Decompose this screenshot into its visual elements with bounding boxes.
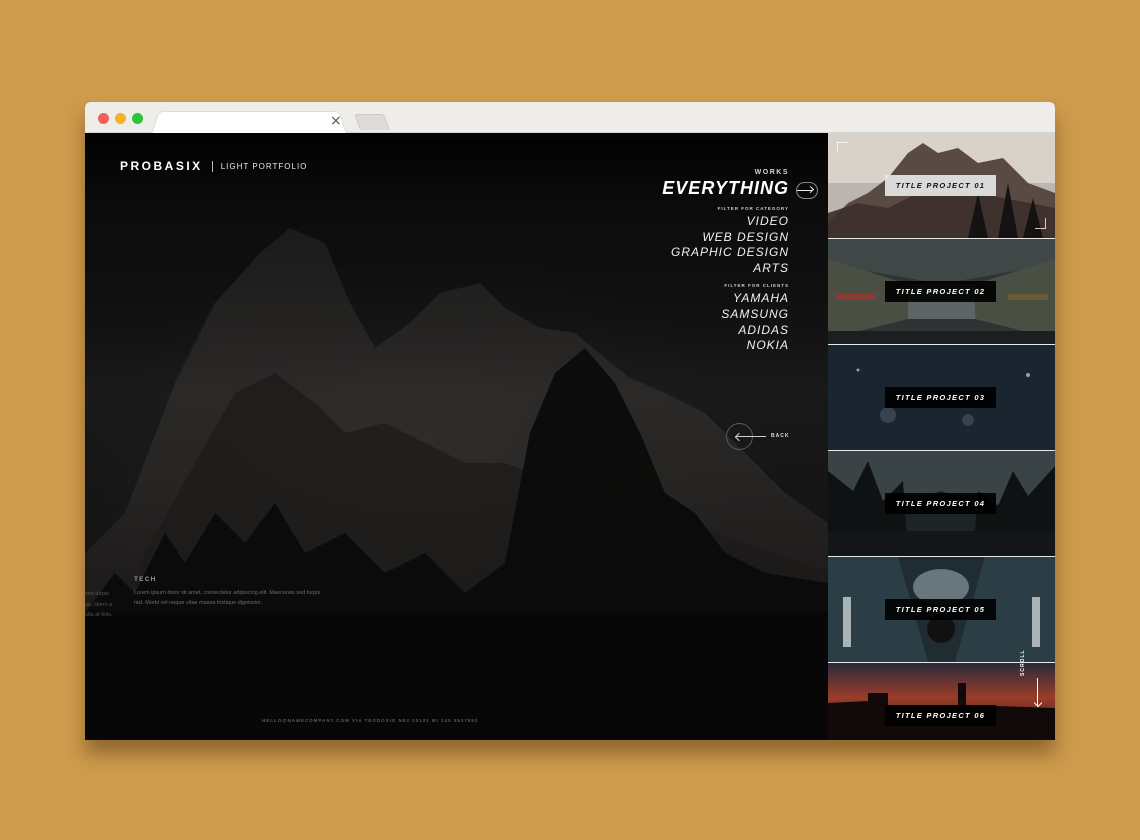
arrow-right-button[interactable] [796, 182, 818, 199]
browser-toolbar: × [85, 102, 1055, 134]
slide-description: Lorem ipsum dolor sit amet, consectetur … [134, 590, 321, 606]
project-title-04: TITLE PROJECT 04 [885, 493, 996, 514]
filter-everything[interactable]: EVERYTHING [662, 178, 789, 199]
new-tab-button[interactable] [354, 114, 390, 130]
browser-window: × PROBASIX LIGHT PORTFOLIO WORKS EVERYTH… [85, 102, 1055, 740]
hero-background: PROBASIX LIGHT PORTFOLIO WORKS EVERYTHIN… [85, 133, 828, 740]
project-thumb-03[interactable]: TITLE PROJECT 03 [828, 345, 1055, 450]
scroll-indicator[interactable]: SCROLL [1020, 648, 1042, 708]
works-label: WORKS [754, 169, 789, 176]
filter-client-yamaha[interactable]: YAMAHA [662, 291, 789, 307]
project-thumb-02[interactable]: TITLE PROJECT 02 [828, 239, 1055, 344]
project-thumb-04[interactable]: TITLE PROJECT 04 [828, 451, 1055, 556]
clients-heading: FILTER FOR CLIENTS [724, 283, 789, 289]
close-window-button[interactable] [98, 113, 109, 124]
filter-client-samsung[interactable]: SAMSUNG [662, 307, 789, 323]
tab-close-icon[interactable]: × [330, 114, 342, 128]
slide-info: TECH Lorem ipsum dolor sit amet, consect… [134, 576, 364, 608]
corner-bracket [837, 142, 848, 153]
project-title-02: TITLE PROJECT 02 [885, 281, 996, 302]
project-thumb-05[interactable]: TITLE PROJECT 05 [828, 557, 1055, 662]
back-label: BACK [771, 433, 790, 439]
brand-tagline: LIGHT PORTFOLIO [220, 161, 308, 171]
scroll-label: SCROLL [1020, 649, 1026, 676]
project-title-06: TITLE PROJECT 06 [885, 705, 996, 726]
footer-contact: HELLO@NAMECOMPANY.COM VIA TEODOSIO N83 2… [262, 718, 479, 723]
previous-slide-text: sed turpis ue, libero a ulla at felis. [85, 591, 113, 618]
slide-title: TECH [134, 576, 157, 583]
back-button[interactable]: BACK [726, 423, 796, 451]
filter-category-arts[interactable]: ARTS [662, 261, 789, 277]
brand-separator [211, 160, 213, 172]
brand-logo[interactable]: PROBASIX LIGHT PORTFOLIO [120, 159, 307, 173]
category-heading: FILTER FOR CATEGORY [717, 206, 789, 211]
corner-bracket [1035, 218, 1046, 229]
filter-category-graphic-design[interactable]: GRAPHIC DESIGN [662, 245, 789, 261]
works-filter-menu: WORKS EVERYTHING FILTER FOR CATEGORY VID… [662, 169, 789, 354]
project-title-05: TITLE PROJECT 05 [885, 599, 996, 620]
project-thumb-01[interactable]: TITLE PROJECT 01 [828, 133, 1055, 238]
filter-category-web-design[interactable]: WEB DESIGN [662, 230, 789, 246]
project-title-01: TITLE PROJECT 01 [885, 175, 996, 196]
brand-name: PROBASIX [120, 159, 203, 173]
project-title-03: TITLE PROJECT 03 [885, 387, 996, 408]
maximize-window-button[interactable] [132, 113, 143, 124]
browser-tab[interactable] [151, 111, 347, 134]
filter-category-video[interactable]: VIDEO [662, 214, 789, 230]
filter-client-nokia[interactable]: NOKIA [662, 338, 789, 354]
page-viewport: PROBASIX LIGHT PORTFOLIO WORKS EVERYTHIN… [85, 133, 1055, 740]
filter-client-adidas[interactable]: ADIDAS [662, 323, 789, 339]
minimize-window-button[interactable] [115, 113, 126, 124]
